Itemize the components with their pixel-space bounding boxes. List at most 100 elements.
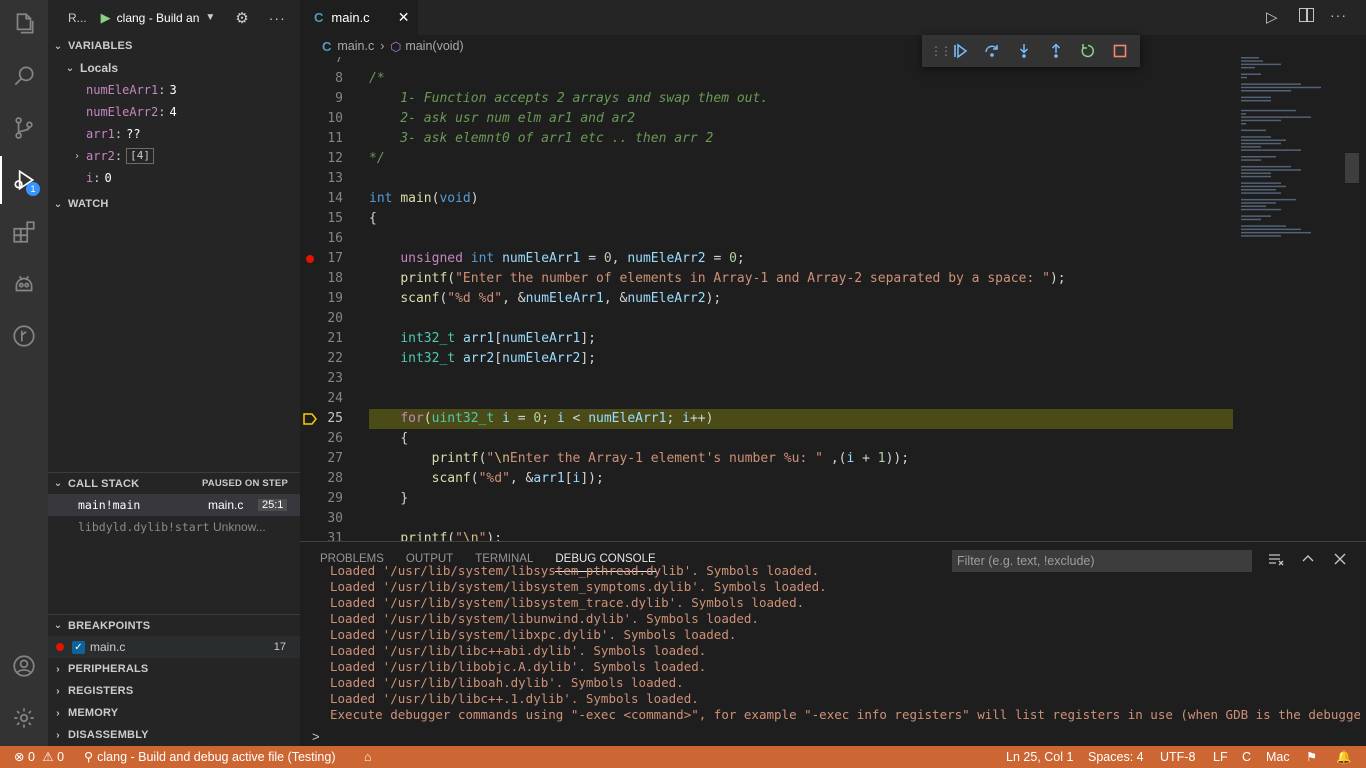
error-count: 0 bbox=[27, 750, 35, 764]
line-number: 24 bbox=[327, 391, 343, 406]
code-text: } bbox=[400, 491, 409, 506]
run-debug-icon[interactable]: 1 bbox=[0, 156, 48, 204]
code-text: 2- ask usr num elm ar1 and ar2 bbox=[369, 111, 636, 126]
language-status[interactable]: C bbox=[1242, 746, 1251, 768]
variables-section-header[interactable]: ⌄ VARIABLES bbox=[48, 35, 300, 57]
feedback-icon[interactable]: ⚑ bbox=[1306, 746, 1317, 768]
eol-status[interactable]: LF bbox=[1213, 746, 1228, 768]
variable-row[interactable]: numEleArr2:4 bbox=[48, 101, 300, 123]
console-line: Loaded '/usr/lib/libc++.1.dylib'. Symbol… bbox=[330, 691, 699, 706]
variable-value: [4] bbox=[126, 148, 155, 164]
split-divider-icon bbox=[1306, 8, 1308, 22]
variable-name: arr1 bbox=[86, 127, 115, 141]
run-file-icon[interactable]: ▷ bbox=[1266, 8, 1278, 26]
code-line: 29 } bbox=[300, 489, 1233, 509]
platform-status[interactable]: Mac bbox=[1266, 746, 1290, 768]
line-number: 20 bbox=[327, 311, 343, 326]
console-line: Execute debugger commands using "-exec <… bbox=[330, 707, 1360, 722]
code-text: printf("\nEnter the Array-1 element's nu… bbox=[431, 451, 910, 466]
breakpoints-section-header[interactable]: ⌄ BREAKPOINTS bbox=[48, 614, 300, 636]
variable-row[interactable]: › arr2: [4] bbox=[48, 145, 300, 167]
registers-section-header[interactable]: › REGISTERS bbox=[48, 680, 300, 702]
code-text: */ bbox=[369, 151, 385, 166]
step-out-button[interactable] bbox=[1040, 37, 1072, 65]
git-graph-icon[interactable] bbox=[0, 312, 48, 360]
more-actions-icon[interactable]: ··· bbox=[1330, 7, 1347, 23]
step-over-button[interactable] bbox=[976, 37, 1008, 65]
minimap[interactable] bbox=[1233, 57, 1366, 541]
notifications-bell-icon[interactable]: 🔔 bbox=[1336, 746, 1352, 768]
restart-icon bbox=[1081, 44, 1094, 58]
chevron-down-icon: ⌄ bbox=[53, 40, 63, 52]
locals-scope[interactable]: ⌄ Locals bbox=[48, 57, 300, 79]
variable-row[interactable]: arr1:?? bbox=[48, 123, 300, 145]
extensions-icon[interactable] bbox=[0, 208, 48, 256]
disassembly-section-header[interactable]: › DISASSEMBLY bbox=[48, 724, 300, 746]
continue-button[interactable] bbox=[944, 37, 976, 65]
code-text: /* bbox=[369, 71, 385, 86]
activity-bar: 1 bbox=[0, 0, 48, 746]
more-actions-icon[interactable]: ··· bbox=[269, 10, 286, 26]
restart-button[interactable] bbox=[1072, 37, 1104, 65]
launch-config-select[interactable]: clang - Build an bbox=[117, 11, 200, 25]
line-number: 19 bbox=[327, 291, 343, 306]
variable-row[interactable]: i:0 bbox=[48, 167, 300, 189]
close-icon[interactable]: ✕ bbox=[398, 9, 410, 26]
stack-frame[interactable]: main!main main.c 25:1 bbox=[48, 494, 300, 516]
editor-tab-bar: C main.c ✕ ▷ ··· bbox=[300, 0, 1366, 35]
tab-main-c[interactable]: C main.c ✕ bbox=[300, 0, 418, 35]
account-icon[interactable] bbox=[0, 642, 48, 690]
chevron-right-icon: › bbox=[56, 685, 60, 697]
code-line: 18 printf("Enter the number of elements … bbox=[300, 269, 1233, 289]
start-debugging-button[interactable]: ▶ bbox=[101, 10, 111, 26]
console-prompt[interactable]: > bbox=[312, 729, 320, 744]
breakpoint-checkbox[interactable]: ✓ bbox=[72, 640, 85, 654]
peripherals-section-header[interactable]: › PERIPHERALS bbox=[48, 658, 300, 680]
chevron-right-icon[interactable]: › bbox=[68, 151, 86, 162]
source-control-icon[interactable] bbox=[0, 104, 48, 152]
breakpoint-dot-icon bbox=[56, 643, 64, 651]
line-number: 10 bbox=[327, 111, 343, 126]
registers-title: REGISTERS bbox=[68, 685, 134, 697]
breakpoint-item[interactable]: ✓ main.c 17 bbox=[48, 636, 300, 658]
step-into-button[interactable] bbox=[1008, 37, 1040, 65]
code-line: 8 /* bbox=[300, 69, 1233, 89]
chevron-down-icon[interactable]: ▼ bbox=[205, 12, 215, 23]
encoding-status[interactable]: UTF-8 bbox=[1160, 746, 1195, 768]
breakpoint-dot-icon[interactable] bbox=[306, 255, 314, 263]
stop-button[interactable] bbox=[1104, 37, 1136, 65]
console-line: Loaded '/usr/lib/system/libsystem_trace.… bbox=[330, 595, 805, 610]
line-number: 11 bbox=[327, 131, 343, 146]
platformio-icon[interactable] bbox=[0, 260, 48, 308]
home-icon[interactable]: ⌂ bbox=[364, 746, 372, 768]
code-text: printf("Enter the number of elements in … bbox=[400, 271, 1066, 286]
breadcrumb-symbol[interactable]: main(void) bbox=[405, 39, 463, 53]
watch-section-header[interactable]: ⌄ WATCH bbox=[48, 193, 300, 215]
code-line: 17 unsigned int numEleArr1 = 0, numEleAr… bbox=[300, 249, 1233, 269]
callstack-section-header[interactable]: ⌄ CALL STACK PAUSED ON STEP bbox=[48, 472, 300, 494]
variable-row[interactable]: numEleArr1:3 bbox=[48, 79, 300, 101]
chevron-right-icon: › bbox=[56, 707, 60, 719]
stack-frame[interactable]: libdyld.dylib!start Unknow... bbox=[48, 516, 300, 538]
search-icon[interactable] bbox=[0, 52, 48, 100]
memory-section-header[interactable]: › MEMORY bbox=[48, 702, 300, 724]
code-editor[interactable]: 7 8 /* 9 1- Function accepts 2 arrays and … bbox=[300, 57, 1366, 541]
explorer-icon[interactable] bbox=[0, 0, 48, 48]
line-number: 27 bbox=[327, 451, 343, 466]
stop-icon bbox=[1113, 44, 1127, 58]
line-number: 12 bbox=[327, 151, 343, 166]
gear-icon[interactable]: ⚙ bbox=[235, 9, 248, 27]
cursor-position[interactable]: Ln 25, Col 1 bbox=[1006, 746, 1073, 768]
debug-config-status[interactable]: ⚲ clang - Build and debug active file (Te… bbox=[84, 746, 336, 768]
line-number: 30 bbox=[327, 511, 343, 526]
indentation-status[interactable]: Spaces: 4 bbox=[1088, 746, 1144, 768]
code-line: 31 printf("\n"); bbox=[300, 529, 1233, 541]
callstack-status: PAUSED ON STEP bbox=[201, 478, 288, 489]
code-line: 16 bbox=[300, 229, 1233, 249]
drag-handle-icon[interactable]: ⋮⋮ bbox=[930, 44, 952, 58]
chevron-down-icon: ⌄ bbox=[53, 620, 63, 631]
chevron-right-icon: › bbox=[56, 729, 60, 741]
manage-gear-icon[interactable] bbox=[0, 694, 48, 742]
problems-status[interactable]: ⊗ 0 ⚠ 0 bbox=[14, 746, 64, 768]
breadcrumb-file[interactable]: main.c bbox=[337, 39, 374, 53]
